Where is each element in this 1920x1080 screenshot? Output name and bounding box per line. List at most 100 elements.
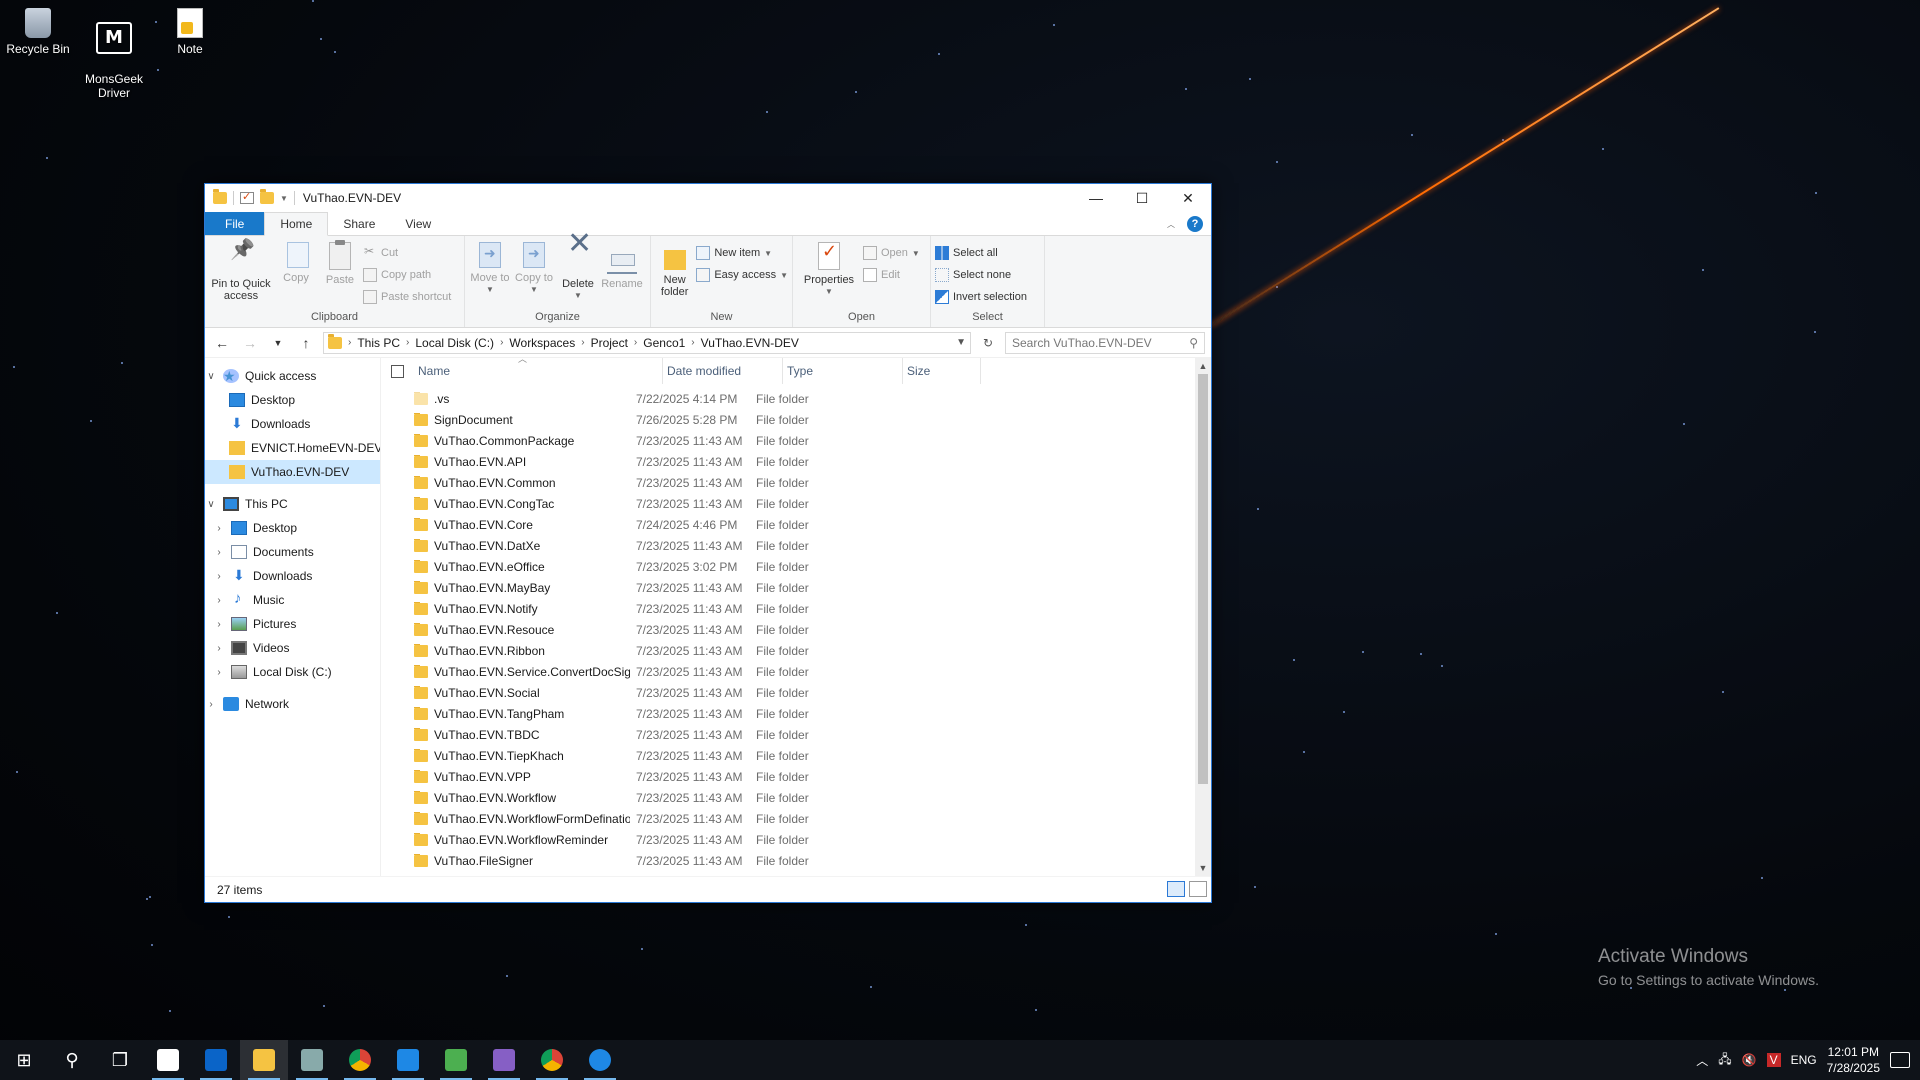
- desktop-icon-note[interactable]: Note: [152, 8, 228, 56]
- file-explorer-icon[interactable]: [240, 1040, 288, 1080]
- start-button[interactable]: ⊞: [0, 1040, 48, 1080]
- easy-access-button[interactable]: Easy access ▼: [696, 266, 788, 284]
- forward-button[interactable]: →: [239, 335, 261, 351]
- tab-share[interactable]: Share: [328, 212, 390, 235]
- select-none-button[interactable]: Select none: [935, 266, 1027, 284]
- chrome-profile-icon[interactable]: [528, 1040, 576, 1080]
- nav-network[interactable]: › Network: [205, 692, 380, 716]
- select-all-button[interactable]: Select all: [935, 244, 1027, 262]
- large-icons-view-button[interactable]: [1189, 881, 1207, 897]
- help-icon[interactable]: ?: [1187, 216, 1203, 232]
- table-row[interactable]: VuThao.EVN.DatXe 7/23/2025 11:43 AM File f…: [381, 535, 1211, 556]
- tab-file[interactable]: File: [205, 212, 265, 235]
- nav-quick-item[interactable]: VuThao.EVN-DEV: [205, 460, 380, 484]
- nav-quick-access[interactable]: ∨ ★ Quick access: [205, 364, 380, 388]
- rename-button[interactable]: Rename: [601, 240, 643, 311]
- breadcrumb-item[interactable]: Workspaces: [509, 336, 575, 350]
- properties-check-icon[interactable]: [240, 190, 254, 204]
- address-history-dropdown-icon[interactable]: ▼: [956, 337, 966, 348]
- scroll-down-icon[interactable]: ▼: [1195, 860, 1211, 876]
- delete-button[interactable]: Delete ▼: [557, 238, 599, 311]
- table-row[interactable]: VuThao.EVN.Workflow 7/23/2025 11:43 AM Fil…: [381, 787, 1211, 808]
- show-hidden-icons-icon[interactable]: ︿: [1696, 1052, 1708, 1069]
- table-row[interactable]: VuThao.EVN.Core 7/24/2025 4:46 PM File fol…: [381, 514, 1211, 535]
- copy-to-button[interactable]: Copy to ▼: [513, 240, 555, 311]
- notifications-icon[interactable]: [1890, 1052, 1910, 1068]
- qat-dropdown-icon[interactable]: ▼: [280, 194, 288, 203]
- nav-quick-item[interactable]: EVNICT.HomeEVN-DEV: [205, 436, 380, 460]
- breadcrumb-separator-icon[interactable]: ›: [581, 337, 584, 348]
- chevron-down-icon[interactable]: ∨: [205, 499, 217, 510]
- table-row[interactable]: VuThao.EVN.Ribbon 7/23/2025 11:43 AM File …: [381, 640, 1211, 661]
- network-icon[interactable]: 🖧: [1718, 1050, 1731, 1071]
- paste-shortcut-button[interactable]: Paste shortcut: [363, 288, 451, 306]
- chrome-icon[interactable]: [336, 1040, 384, 1080]
- clock[interactable]: 12:01 PM 7/28/2025: [1827, 1044, 1880, 1076]
- chevron-right-icon[interactable]: ›: [213, 667, 225, 678]
- nav-pc-item[interactable]: › Videos: [205, 636, 380, 660]
- nav-this-pc[interactable]: ∨ This PC: [205, 492, 380, 516]
- maximize-button[interactable]: ☐: [1119, 184, 1165, 212]
- new-item-button[interactable]: New item ▼: [696, 244, 788, 262]
- table-row[interactable]: VuThao.FileSigner 7/23/2025 11:43 AM File …: [381, 850, 1211, 871]
- back-button[interactable]: ←: [211, 335, 233, 351]
- nav-pc-item[interactable]: › Downloads: [205, 564, 380, 588]
- chevron-down-icon[interactable]: ∨: [205, 371, 217, 382]
- table-row[interactable]: VuThao.EVN.Service.ConvertDocSign 7/23/20…: [381, 661, 1211, 682]
- chevron-right-icon[interactable]: ›: [213, 643, 225, 654]
- collapse-ribbon-icon[interactable]: ︿: [1167, 219, 1175, 230]
- table-row[interactable]: VuThao.CommonPackage 7/23/2025 11:43 AM Fi…: [381, 430, 1211, 451]
- column-header-date[interactable]: Date modified: [663, 358, 783, 384]
- select-all-checkbox[interactable]: [391, 364, 404, 378]
- column-header-name[interactable]: Name: [414, 358, 663, 384]
- notepad-icon[interactable]: [432, 1040, 480, 1080]
- search-icon[interactable]: ⚲: [48, 1040, 96, 1080]
- chevron-right-icon[interactable]: ›: [213, 523, 225, 534]
- minimize-button[interactable]: —: [1073, 184, 1119, 212]
- volume-muted-icon[interactable]: 🔇: [1742, 1053, 1757, 1067]
- breadcrumb-item[interactable]: Genco1: [643, 336, 685, 350]
- breadcrumb-separator-icon[interactable]: ›: [634, 337, 637, 348]
- breadcrumb-item[interactable]: Project: [591, 336, 628, 350]
- chevron-right-icon[interactable]: ›: [205, 699, 217, 710]
- cut-button[interactable]: Cut: [363, 244, 451, 262]
- nav-quick-item[interactable]: Desktop: [205, 388, 380, 412]
- address-bar[interactable]: › This PC › Local Disk (C:) › Workspaces › Proj…: [323, 331, 971, 354]
- nav-quick-item[interactable]: Downloads: [205, 412, 380, 436]
- table-row[interactable]: .vs 7/22/2025 4:14 PM File folder: [381, 388, 1211, 409]
- table-row[interactable]: VuThao.EVN.API 7/23/2025 11:43 AM File fol…: [381, 451, 1211, 472]
- table-row[interactable]: VuThao.EVN.Notify 7/23/2025 11:43 AM File …: [381, 598, 1211, 619]
- chevron-right-icon[interactable]: ›: [213, 571, 225, 582]
- new-folder-icon[interactable]: [260, 189, 274, 204]
- vertical-scrollbar[interactable]: ▲ ▼: [1195, 358, 1211, 876]
- table-row[interactable]: VuThao.EVN.Common 7/23/2025 11:43 AM File …: [381, 472, 1211, 493]
- properties-button[interactable]: Properties ▼: [797, 240, 861, 311]
- table-row[interactable]: VuThao.EVN.WorkflowFormDefination 7/23/20…: [381, 808, 1211, 829]
- table-row[interactable]: VuThao.EVN.Social 7/23/2025 11:43 AM File …: [381, 682, 1211, 703]
- table-row[interactable]: VuThao.EVN.WorkflowReminder 7/23/2025 11:…: [381, 829, 1211, 850]
- refresh-button[interactable]: ↻: [977, 336, 999, 350]
- table-row[interactable]: VuThao.EVN.VPP 7/23/2025 11:43 AM File fol…: [381, 766, 1211, 787]
- nav-pc-item[interactable]: › Documents: [205, 540, 380, 564]
- chevron-right-icon[interactable]: ›: [213, 595, 225, 606]
- app-icon[interactable]: [288, 1040, 336, 1080]
- title-bar[interactable]: ▼ VuThao.EVN-DEV — ☐ ✕: [205, 184, 1211, 212]
- tab-view[interactable]: View: [390, 212, 446, 235]
- zalo-icon[interactable]: [576, 1040, 624, 1080]
- breadcrumb-separator-icon[interactable]: ›: [348, 337, 351, 348]
- breadcrumb-separator-icon[interactable]: ›: [500, 337, 503, 348]
- breadcrumb-separator-icon[interactable]: ›: [691, 337, 694, 348]
- nav-pc-item[interactable]: › Music: [205, 588, 380, 612]
- notion-icon[interactable]: [144, 1040, 192, 1080]
- table-row[interactable]: VuThao.EVN.MayBay 7/23/2025 11:43 AM File …: [381, 577, 1211, 598]
- tab-home[interactable]: Home: [264, 212, 329, 236]
- open-button[interactable]: Open ▼: [863, 244, 920, 262]
- table-row[interactable]: VuThao.EVN.Resouce 7/23/2025 11:43 AM File…: [381, 619, 1211, 640]
- chevron-right-icon[interactable]: ›: [213, 619, 225, 630]
- pin-to-quick-access-button[interactable]: Pin to Quick access: [209, 240, 273, 311]
- column-header-size[interactable]: Size: [903, 358, 981, 384]
- desktop-icon-recycle-bin[interactable]: Recycle Bin: [0, 8, 76, 56]
- table-row[interactable]: VuThao.EVN.TangPham 7/23/2025 11:43 AM Fil…: [381, 703, 1211, 724]
- edit-button[interactable]: Edit: [863, 266, 920, 284]
- paste-button[interactable]: Paste: [319, 240, 361, 311]
